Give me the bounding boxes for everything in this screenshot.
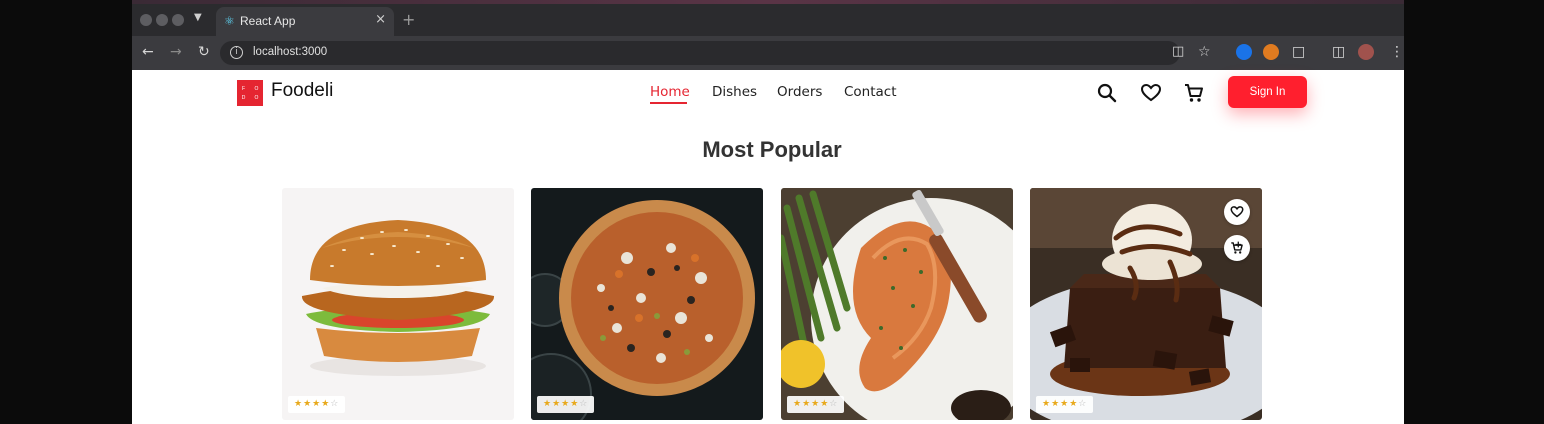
tab-close-icon[interactable]: × — [375, 12, 386, 27]
heart-icon — [1230, 206, 1244, 218]
extension-cookie-icon[interactable] — [1263, 44, 1279, 60]
star-filled: ★★★★ — [294, 399, 331, 409]
window-minimize-dot[interactable] — [156, 14, 168, 26]
nav-contact[interactable]: Contact — [844, 84, 897, 100]
bookmark-star-icon[interactable]: ☆ — [1198, 44, 1211, 60]
window-close-dot[interactable] — [140, 14, 152, 26]
sign-in-button[interactable]: Sign In — [1228, 76, 1307, 108]
star-empty: ☆ — [330, 399, 340, 409]
nav-orders[interactable]: Orders — [777, 84, 822, 100]
browser-tab[interactable]: ⚛ React App × — [216, 7, 394, 36]
star-filled: ★★★★ — [543, 399, 580, 409]
star-empty: ☆ — [1078, 399, 1088, 409]
logo-icon[interactable]: F O D O — [237, 80, 263, 106]
pizza-image — [531, 188, 763, 420]
forward-icon[interactable]: → — [170, 44, 182, 60]
nav-dishes[interactable]: Dishes — [712, 84, 757, 100]
heart-icon[interactable] — [1140, 82, 1162, 104]
info-icon[interactable]: i — [230, 46, 243, 59]
url-text: localhost:3000 — [253, 46, 328, 58]
rating-stars: ★★★★☆ — [288, 396, 346, 413]
profile-avatar-icon[interactable] — [1358, 44, 1374, 60]
tab-list-chevron-icon[interactable]: ▼ — [194, 12, 202, 23]
wishlist-button[interactable] — [1224, 199, 1250, 225]
dish-card-brownie[interactable]: ★★★★☆ — [1030, 188, 1262, 420]
window-maximize-dot[interactable] — [172, 14, 184, 26]
browser-menu-icon[interactable]: ⋮ — [1390, 44, 1404, 60]
rating-stars: ★★★★☆ — [787, 396, 845, 413]
nav-active-underline — [650, 102, 687, 104]
add-to-cart-icon — [1231, 241, 1243, 254]
react-icon: ⚛ — [224, 14, 235, 28]
star-empty: ☆ — [829, 399, 839, 409]
dish-card-pizza[interactable]: ★★★★☆ — [531, 188, 763, 420]
foodeli-page: F O D O Foodeli Home Dishes Orders Conta… — [132, 70, 1404, 424]
browser-window: ▼ ⚛ React App × + ← → ↻ i localhost:3000… — [132, 0, 1404, 424]
dish-card-burger[interactable]: ★★★★☆ — [282, 188, 514, 420]
star-filled: ★★★★ — [1042, 399, 1079, 409]
rating-stars: ★★★★☆ — [537, 396, 595, 413]
add-to-cart-button[interactable] — [1224, 235, 1250, 261]
star-empty: ☆ — [579, 399, 589, 409]
cart-icon[interactable] — [1183, 82, 1205, 104]
section-title: Most Popular — [702, 137, 842, 162]
cast-icon[interactable]: ◫ — [1172, 44, 1184, 60]
star-filled: ★★★★ — [793, 399, 830, 409]
brownie-image — [1030, 188, 1262, 420]
rating-stars: ★★★★☆ — [1036, 396, 1094, 413]
extensions-puzzle-icon[interactable]: □ — [1292, 44, 1305, 60]
burger-image — [282, 188, 514, 420]
side-panel-icon[interactable]: ◫ — [1332, 44, 1345, 60]
new-tab-icon[interactable]: + — [402, 10, 415, 29]
address-bar[interactable]: i localhost:3000 — [220, 41, 1180, 65]
dish-card-salmon[interactable]: ★★★★☆ — [781, 188, 1013, 420]
browser-toolbar: ← → ↻ i localhost:3000 ◫ ☆ □ ◫ ⋮ — [132, 36, 1404, 70]
extension-blue-icon[interactable] — [1236, 44, 1252, 60]
reload-icon[interactable]: ↻ — [198, 44, 210, 60]
salmon-image — [781, 188, 1013, 420]
nav-home[interactable]: Home — [650, 84, 690, 100]
search-icon[interactable] — [1096, 82, 1118, 104]
back-icon[interactable]: ← — [142, 44, 154, 60]
tab-title: React App — [240, 14, 296, 28]
tab-bar: ▼ ⚛ React App × + — [132, 4, 1404, 36]
brand-name[interactable]: Foodeli — [271, 80, 333, 102]
